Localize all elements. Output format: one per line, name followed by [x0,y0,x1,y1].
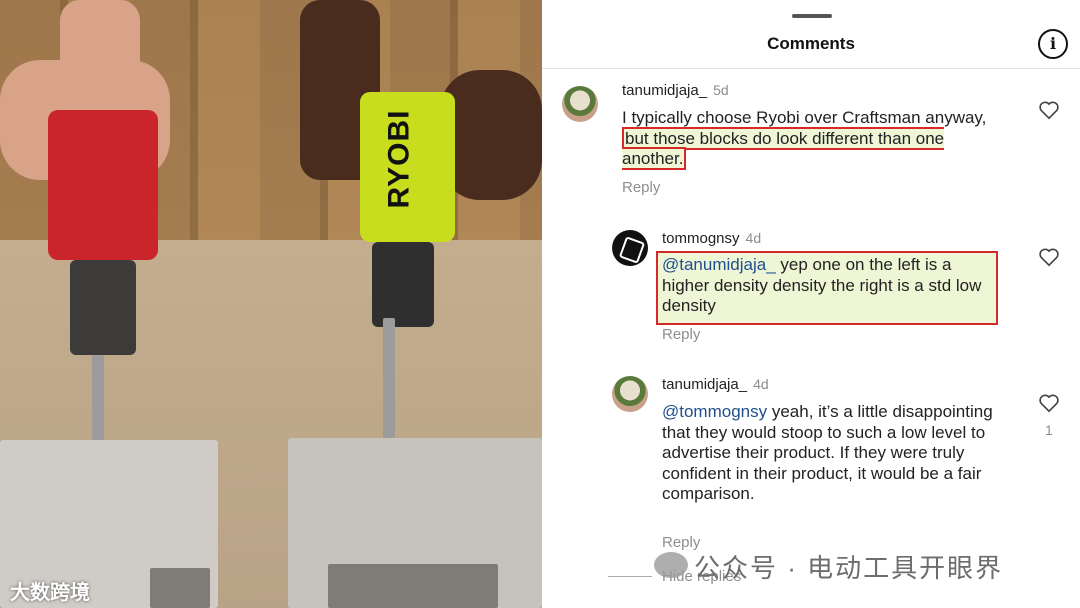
watermark-right: 公众号 · 电动工具开眼界 [694,553,1004,583]
wechat-icon [654,552,688,578]
video-frame[interactable]: RYOBI 大数跨境 [0,0,542,608]
heart-icon[interactable] [1038,247,1060,267]
drag-handle[interactable] [792,14,832,18]
heart-icon[interactable] [1038,100,1060,120]
comment-age: 4d [753,376,769,392]
reply-button[interactable]: Reply [622,179,660,196]
comment-age: 5d [713,82,729,98]
panel-title: Comments [767,34,855,53]
info-icon[interactable]: i [1038,29,1068,59]
watermark-left: 大数跨境 [10,582,90,604]
comment-username[interactable]: tanumidjaja_ 5d [622,82,729,99]
hide-replies-line [608,576,652,577]
cinder-block-right [288,438,542,608]
right-hand [440,70,542,200]
ryobi-drill: RYOBI [360,92,455,327]
avatar[interactable] [612,376,648,412]
left-arm [60,0,140,90]
heart-icon[interactable] [1038,393,1060,413]
ryobi-logo: RYOBI [382,109,416,209]
red-drill [48,110,158,355]
avatar[interactable] [612,230,648,266]
comment-username[interactable]: tanumidjaja_ 4d [662,376,769,393]
avatar[interactable] [562,86,598,122]
comment-age: 4d [745,230,762,246]
mention-link[interactable]: @tommognsy [662,402,767,421]
highlighted-text: but those blocks do look different than … [622,126,945,170]
comment-text: @tommognsy yeah, it’s a little disappoin… [662,402,993,503]
comment-username[interactable]: tommognsy 4d [662,230,761,247]
divider [542,68,1080,69]
comment-text: I typically choose Ryobi over Craftsman … [622,108,987,170]
mention-link[interactable]: @tanumidjaja_ [662,255,776,274]
like-count: 1 [1045,422,1053,438]
reply-button[interactable]: Reply [662,326,700,343]
comment-text: @tanumidjaja_ yep one on the left is a h… [662,255,982,315]
comments-panel: Comments i tanumidjaja_ 5d I typically ch… [542,0,1080,608]
